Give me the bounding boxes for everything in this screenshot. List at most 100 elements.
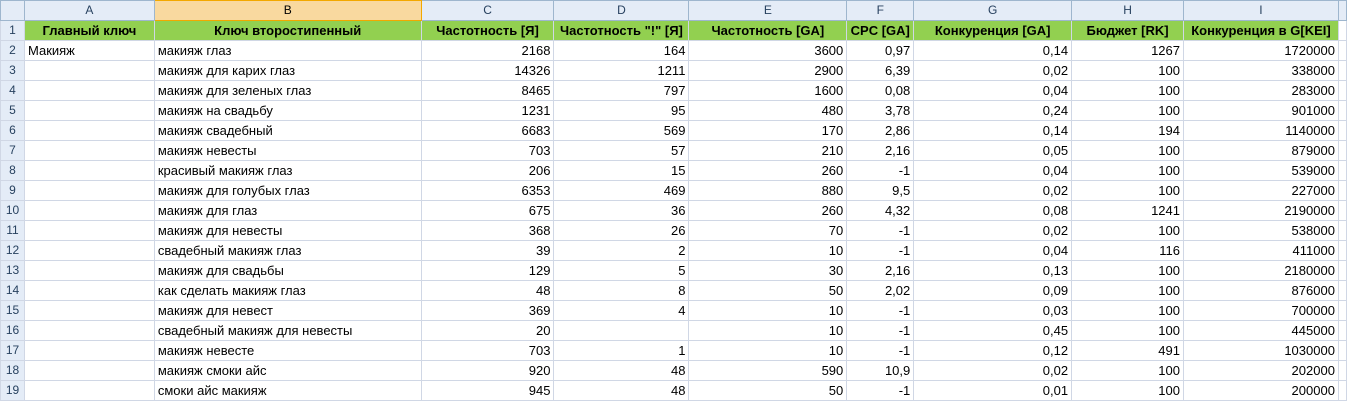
cell-g[interactable]: 0,05 bbox=[913, 140, 1073, 161]
cell-d[interactable]: 469 bbox=[553, 180, 690, 201]
row-heading[interactable]: 8 bbox=[0, 160, 25, 181]
cell-g[interactable]: 0,02 bbox=[913, 180, 1073, 201]
select-all-corner[interactable] bbox=[0, 0, 25, 21]
cell-b[interactable]: макияж для невесты bbox=[153, 220, 422, 241]
cell-a[interactable] bbox=[23, 280, 155, 301]
cell-b[interactable]: макияж для карих глаз bbox=[153, 60, 422, 81]
cell-b[interactable]: свадебный макияж глаз bbox=[153, 240, 422, 261]
header-cell-i[interactable]: Конкуренция в G[KEI] bbox=[1182, 20, 1339, 41]
cell-c[interactable]: 703 bbox=[420, 140, 555, 161]
cell-h[interactable]: 1241 bbox=[1071, 200, 1184, 221]
row-heading[interactable]: 6 bbox=[0, 120, 25, 141]
cell-a[interactable] bbox=[23, 300, 155, 321]
cell-c[interactable]: 369 bbox=[420, 300, 555, 321]
cell-g[interactable]: 0,02 bbox=[913, 360, 1073, 381]
cell-c[interactable]: 2168 bbox=[420, 40, 555, 61]
cell-f[interactable]: 4,32 bbox=[846, 200, 915, 221]
cell-e[interactable]: 50 bbox=[688, 380, 848, 401]
empty-cell[interactable] bbox=[1337, 240, 1347, 261]
cell-i[interactable]: 901000 bbox=[1182, 100, 1339, 121]
cell-f[interactable]: -1 bbox=[846, 340, 915, 361]
cell-c[interactable]: 20 bbox=[420, 320, 555, 341]
row-heading[interactable]: 17 bbox=[0, 340, 25, 361]
row-heading[interactable]: 14 bbox=[0, 280, 25, 301]
cell-d[interactable]: 797 bbox=[553, 80, 690, 101]
cell-a[interactable]: Макияж bbox=[23, 40, 155, 61]
cell-e[interactable]: 260 bbox=[688, 200, 848, 221]
cell-b[interactable]: макияж невесты bbox=[153, 140, 422, 161]
row-heading[interactable]: 16 bbox=[0, 320, 25, 341]
cell-b[interactable]: макияж для глаз bbox=[153, 200, 422, 221]
cell-g[interactable]: 0,24 bbox=[913, 100, 1073, 121]
cell-i[interactable]: 1030000 bbox=[1182, 340, 1339, 361]
cell-h[interactable]: 100 bbox=[1071, 100, 1184, 121]
cell-i[interactable]: 200000 bbox=[1182, 380, 1339, 401]
cell-g[interactable]: 0,04 bbox=[913, 160, 1073, 181]
cell-i[interactable]: 227000 bbox=[1182, 180, 1339, 201]
cell-d[interactable]: 8 bbox=[553, 280, 690, 301]
cell-c[interactable]: 14326 bbox=[420, 60, 555, 81]
column-heading-j[interactable] bbox=[1337, 0, 1347, 21]
cell-b[interactable]: красивый макияж глаз bbox=[153, 160, 422, 181]
cell-c[interactable]: 8465 bbox=[420, 80, 555, 101]
cell-h[interactable]: 100 bbox=[1071, 380, 1184, 401]
cell-g[interactable]: 0,04 bbox=[913, 240, 1073, 261]
cell-e[interactable]: 10 bbox=[688, 300, 848, 321]
cell-h[interactable]: 100 bbox=[1071, 360, 1184, 381]
cell-i[interactable]: 202000 bbox=[1182, 360, 1339, 381]
cell-i[interactable]: 879000 bbox=[1182, 140, 1339, 161]
cell-d[interactable]: 48 bbox=[553, 380, 690, 401]
empty-cell[interactable] bbox=[1337, 100, 1347, 121]
cell-g[interactable]: 0,13 bbox=[913, 260, 1073, 281]
empty-cell[interactable] bbox=[1337, 340, 1347, 361]
cell-a[interactable] bbox=[23, 60, 155, 81]
cell-h[interactable]: 100 bbox=[1071, 180, 1184, 201]
cell-f[interactable]: 6,39 bbox=[846, 60, 915, 81]
empty-cell[interactable] bbox=[1337, 360, 1347, 381]
empty-cell[interactable] bbox=[1337, 160, 1347, 181]
cell-i[interactable]: 2180000 bbox=[1182, 260, 1339, 281]
empty-cell[interactable] bbox=[1337, 220, 1347, 241]
cell-g[interactable]: 0,09 bbox=[913, 280, 1073, 301]
cell-d[interactable]: 95 bbox=[553, 100, 690, 121]
empty-cell[interactable] bbox=[1337, 180, 1347, 201]
cell-a[interactable] bbox=[23, 120, 155, 141]
empty-cell[interactable] bbox=[1337, 60, 1347, 81]
header-cell-e[interactable]: Частотность [GA] bbox=[688, 20, 848, 41]
cell-b[interactable]: макияж смоки айс bbox=[153, 360, 422, 381]
row-heading[interactable]: 18 bbox=[0, 360, 25, 381]
cell-a[interactable] bbox=[23, 260, 155, 281]
cell-h[interactable]: 491 bbox=[1071, 340, 1184, 361]
cell-g[interactable]: 0,45 bbox=[913, 320, 1073, 341]
cell-f[interactable]: 2,86 bbox=[846, 120, 915, 141]
cell-d[interactable]: 57 bbox=[553, 140, 690, 161]
cell-f[interactable]: 0,08 bbox=[846, 80, 915, 101]
cell-c[interactable]: 6353 bbox=[420, 180, 555, 201]
cell-c[interactable]: 703 bbox=[420, 340, 555, 361]
cell-c[interactable]: 206 bbox=[420, 160, 555, 181]
header-cell-a[interactable]: Главный ключ bbox=[23, 20, 155, 41]
empty-cell[interactable] bbox=[1337, 140, 1347, 161]
cell-h[interactable]: 100 bbox=[1071, 320, 1184, 341]
cell-e[interactable]: 10 bbox=[688, 340, 848, 361]
cell-b[interactable]: макияж свадебный bbox=[153, 120, 422, 141]
cell-i[interactable]: 338000 bbox=[1182, 60, 1339, 81]
cell-a[interactable] bbox=[23, 140, 155, 161]
cell-h[interactable]: 100 bbox=[1071, 140, 1184, 161]
cell-e[interactable]: 260 bbox=[688, 160, 848, 181]
cell-h[interactable]: 100 bbox=[1071, 80, 1184, 101]
cell-f[interactable]: 9,5 bbox=[846, 180, 915, 201]
empty-cell[interactable] bbox=[1337, 260, 1347, 281]
cell-f[interactable]: -1 bbox=[846, 380, 915, 401]
cell-i[interactable]: 700000 bbox=[1182, 300, 1339, 321]
cell-f[interactable]: 3,78 bbox=[846, 100, 915, 121]
cell-d[interactable]: 1211 bbox=[553, 60, 690, 81]
cell-g[interactable]: 0,02 bbox=[913, 220, 1073, 241]
cell-c[interactable]: 48 bbox=[420, 280, 555, 301]
cell-c[interactable]: 39 bbox=[420, 240, 555, 261]
cell-e[interactable]: 480 bbox=[688, 100, 848, 121]
cell-d[interactable] bbox=[553, 320, 690, 341]
cell-a[interactable] bbox=[23, 360, 155, 381]
row-heading[interactable]: 3 bbox=[0, 60, 25, 81]
cell-d[interactable]: 164 bbox=[553, 40, 690, 61]
